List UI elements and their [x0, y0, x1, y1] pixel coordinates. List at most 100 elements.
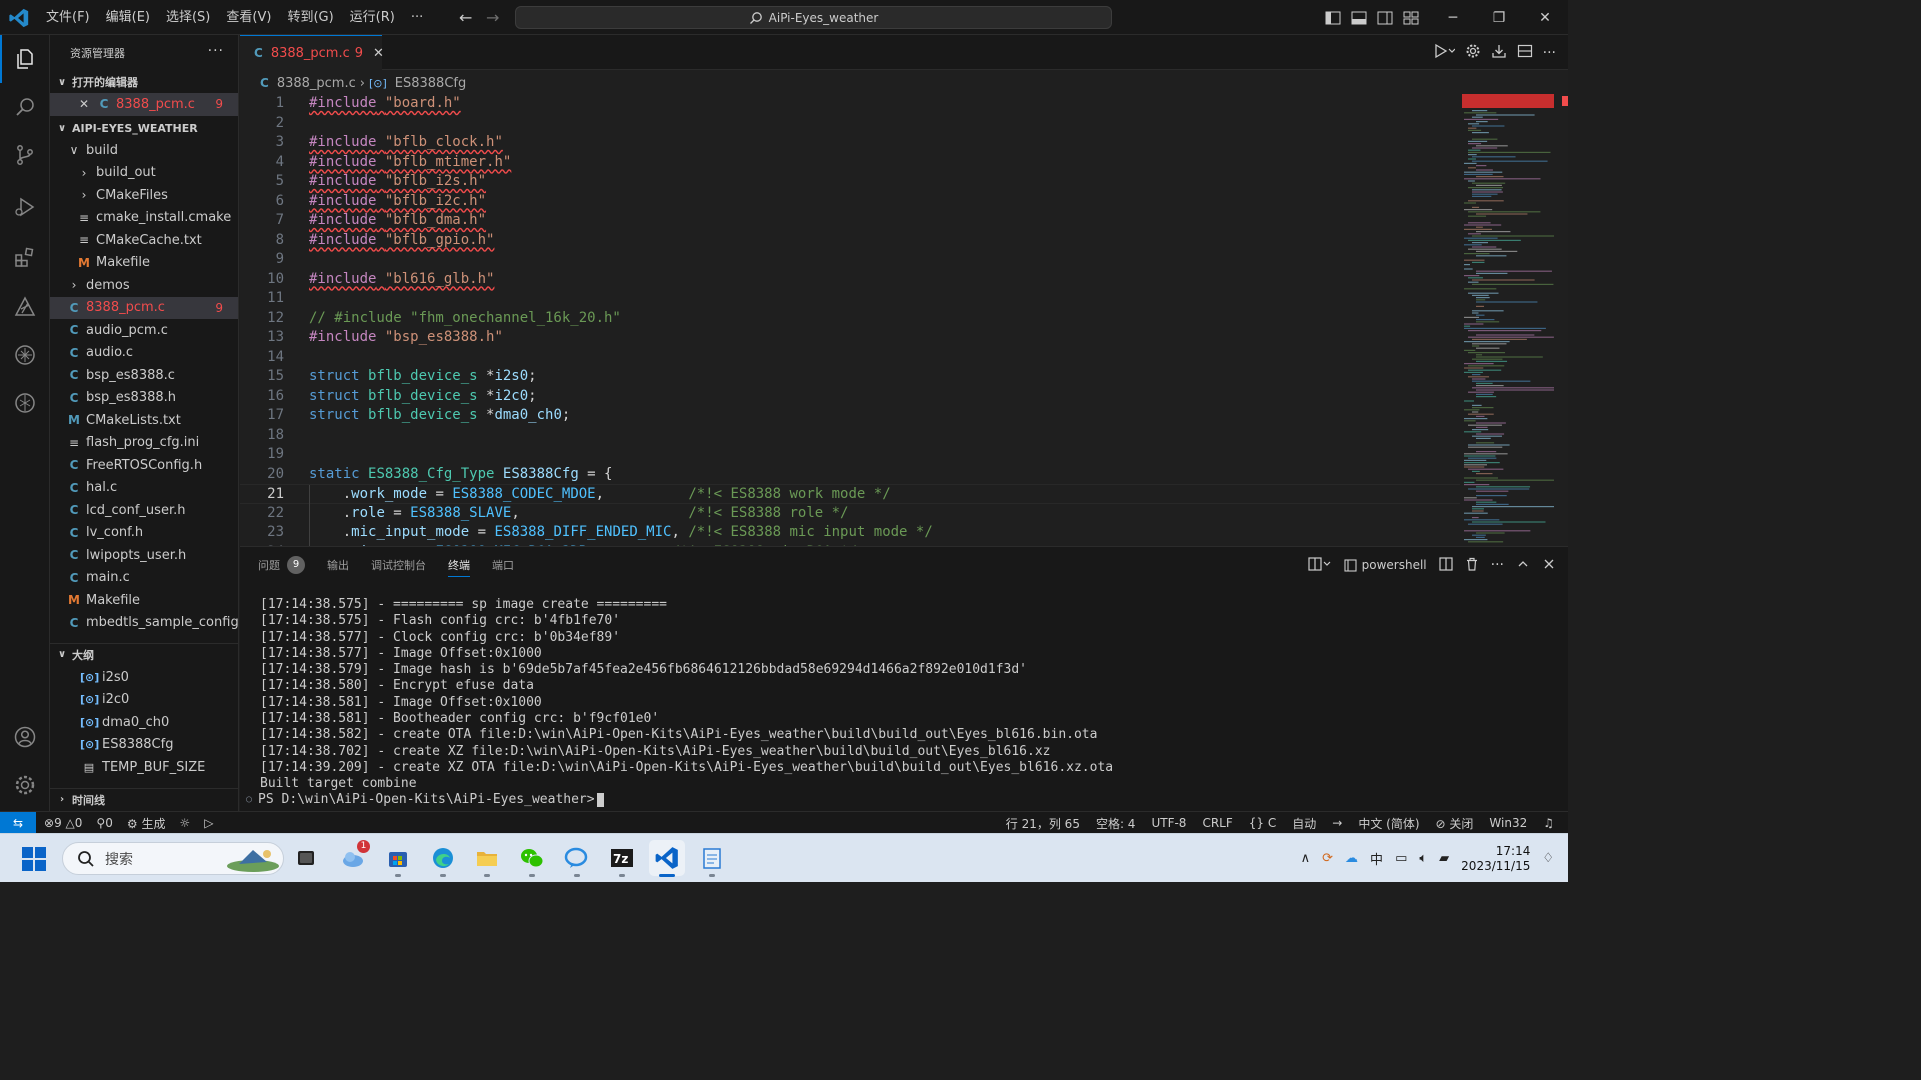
- terminal-prompt[interactable]: ○ PS D:\win\AiPi-Open-Kits\AiPi-Eyes_wea…: [246, 792, 604, 807]
- accounts-icon[interactable]: [0, 713, 50, 761]
- show-hidden-icons-chevron-icon[interactable]: ∧: [1301, 851, 1311, 866]
- open-editors-section[interactable]: ∨ 打开的编辑器: [50, 71, 238, 93]
- notification-center-bell-icon[interactable]: ♢: [1542, 851, 1554, 866]
- tree-item[interactable]: C 8388_pcm.c 9: [50, 296, 238, 319]
- new-terminal-split-icon[interactable]: [1308, 556, 1332, 574]
- code-editor[interactable]: 1 #include "board.h" 2 3 #include "bflb_cloc…: [240, 94, 1460, 546]
- split-terminal-icon[interactable]: [1439, 556, 1453, 574]
- tree-item[interactable]: Clcd_conf_user.h: [50, 499, 238, 522]
- extensions-icon[interactable]: [0, 233, 50, 281]
- outline-item[interactable]: [⊙] ES8388Cfg: [50, 734, 238, 757]
- trash-icon[interactable]: [1465, 557, 1479, 574]
- clock[interactable]: 17:14 2023/11/15: [1461, 844, 1530, 874]
- windows-start-icon[interactable]: [22, 847, 46, 871]
- task-view-icon[interactable]: [288, 840, 324, 876]
- locale[interactable]: 中文 (简体): [1358, 815, 1419, 832]
- run-icon[interactable]: ▷: [204, 816, 213, 830]
- arrow-icon[interactable]: →: [1332, 816, 1342, 830]
- ai-assistant-icon[interactable]: [0, 331, 50, 379]
- outline-section[interactable]: ∨ 大纲: [50, 643, 238, 665]
- chat-app-icon[interactable]: [559, 840, 595, 877]
- line-ending[interactable]: CRLF: [1202, 816, 1232, 830]
- platform[interactable]: Win32: [1489, 816, 1527, 830]
- indentation[interactable]: 空格: 4: [1096, 815, 1136, 832]
- tree-item[interactable]: ≡ CMakeCache.txt: [50, 229, 238, 252]
- language-mode[interactable]: {} C: [1249, 816, 1277, 830]
- open-editor-item[interactable]: ✕ C 8388_pcm.c 9: [50, 93, 238, 116]
- minimap[interactable]: [1462, 94, 1558, 546]
- timeline-section[interactable]: › 时间线: [50, 788, 238, 810]
- vscode-taskbar-icon[interactable]: [649, 840, 685, 877]
- tree-item[interactable]: › CMakeFiles: [50, 184, 238, 207]
- source-control-icon[interactable]: [0, 131, 50, 179]
- edge-browser-icon[interactable]: [425, 840, 461, 877]
- tree-item[interactable]: Cbsp_es8388.c: [50, 364, 238, 387]
- menu-file[interactable]: 文件(F): [38, 0, 98, 35]
- run-debug-icon[interactable]: [0, 183, 50, 231]
- terminal-output[interactable]: [17:14:38.575] - ========= sp image crea…: [260, 597, 1550, 793]
- workspace-section[interactable]: ∨ AIPI-EYES_WEATHER: [50, 117, 238, 139]
- close-icon[interactable]: ✕: [373, 46, 384, 61]
- tree-item[interactable]: Cmain.c: [50, 567, 238, 590]
- notification-bell-icon[interactable]: ♫: [1543, 816, 1554, 830]
- wechat-icon[interactable]: [514, 840, 550, 877]
- menu-run[interactable]: 运行(R): [342, 0, 403, 35]
- manage-gear-icon[interactable]: [0, 761, 50, 809]
- cloud-sync-icon[interactable]: ☁: [1345, 851, 1358, 866]
- back-arrow-icon[interactable]: ←: [459, 8, 472, 27]
- tree-item[interactable]: Clwipopts_user.h: [50, 544, 238, 567]
- more-actions-icon[interactable]: ···: [1543, 45, 1556, 61]
- file-explorer-icon[interactable]: [469, 840, 505, 877]
- more-actions-icon[interactable]: ···: [208, 43, 224, 59]
- toggle-primary-sidebar-icon[interactable]: [1320, 0, 1346, 35]
- problems-status[interactable]: ⊗9 △0: [44, 816, 82, 830]
- debug-bug-icon[interactable]: ☼: [179, 816, 190, 830]
- tree-item[interactable]: › build_out: [50, 162, 238, 185]
- minimize-icon[interactable]: ─: [1430, 0, 1476, 35]
- cursor-position[interactable]: 行 21，列 65: [1006, 815, 1080, 832]
- weather-widget-icon[interactable]: 1: [336, 840, 372, 876]
- tree-item[interactable]: C FreeRTOSConfig.h: [50, 454, 238, 477]
- command-center[interactable]: AiPi-Eyes_weather: [515, 6, 1112, 29]
- outline-item[interactable]: ▤ TEMP_BUF_SIZE: [50, 756, 238, 779]
- tab-ports[interactable]: 端口: [492, 547, 514, 583]
- seven-zip-icon[interactable]: 7z: [604, 840, 640, 877]
- tree-item[interactable]: › demos: [50, 274, 238, 297]
- tree-item[interactable]: Caudio_pcm.c: [50, 319, 238, 342]
- customize-layout-icon[interactable]: [1398, 0, 1424, 35]
- ai-chat-icon[interactable]: [0, 379, 50, 427]
- toggle-panel-icon[interactable]: [1346, 0, 1372, 35]
- outline-item[interactable]: [⊙] dma0_ch0: [50, 711, 238, 734]
- tree-item[interactable]: ≡ cmake_install.cmake: [50, 207, 238, 230]
- menu-more[interactable]: ···: [403, 0, 431, 35]
- microsoft-store-icon[interactable]: [380, 840, 416, 877]
- auto-mode[interactable]: 自动: [1292, 815, 1316, 832]
- ime-indicator[interactable]: 中: [1370, 849, 1383, 868]
- tree-item[interactable]: ∨ build: [50, 139, 238, 162]
- notepad-icon[interactable]: [694, 840, 730, 877]
- terminal-selector[interactable]: powershell: [1344, 558, 1427, 572]
- encoding[interactable]: UTF-8: [1151, 816, 1186, 830]
- tree-item[interactable]: Caudio.c: [50, 342, 238, 365]
- tree-item[interactable]: Clv_conf.h: [50, 522, 238, 545]
- forward-arrow-icon[interactable]: →: [486, 8, 499, 27]
- maximize-icon[interactable]: ❐: [1476, 0, 1522, 35]
- menu-view[interactable]: 查看(V): [218, 0, 279, 35]
- tree-item[interactable]: M Makefile: [50, 589, 238, 612]
- editor-scrollbar[interactable]: [1558, 94, 1568, 546]
- search-view-icon[interactable]: [0, 83, 50, 131]
- vscode-logo-icon[interactable]: [8, 7, 30, 29]
- build-button[interactable]: ⚙ 生成: [127, 815, 166, 832]
- sync-icon[interactable]: ⟳: [1322, 851, 1333, 866]
- menu-go[interactable]: 转到(G): [279, 0, 341, 35]
- volume-icon[interactable]: 🔈︎: [1419, 851, 1427, 866]
- outline-item[interactable]: [⊙] i2s0: [50, 666, 238, 689]
- tree-item[interactable]: ≡ flash_prog_cfg.ini: [50, 432, 238, 455]
- close-panel-icon[interactable]: [1542, 557, 1556, 574]
- tab-debug-console[interactable]: 调试控制台: [371, 547, 426, 583]
- tree-item[interactable]: Cmbedtls_sample_config.h: [50, 612, 238, 635]
- platform-extension-icon[interactable]: [0, 283, 50, 331]
- tree-item[interactable]: M Makefile: [50, 252, 238, 275]
- network-icon[interactable]: ▭: [1395, 851, 1407, 866]
- settings-gear-icon[interactable]: [1465, 43, 1481, 63]
